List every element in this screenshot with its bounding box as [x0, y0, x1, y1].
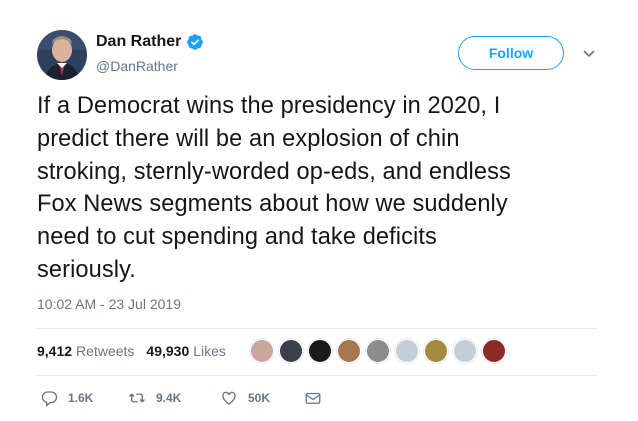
- direct-message-button[interactable]: [304, 389, 322, 407]
- avatar[interactable]: [37, 30, 87, 80]
- liker-avatar-5[interactable]: [366, 339, 390, 363]
- liker-avatars: [250, 339, 511, 363]
- retweets-label: Retweets: [76, 343, 135, 359]
- likes-count: 49,930: [146, 343, 190, 359]
- liker-avatar-9[interactable]: [482, 339, 506, 363]
- liker-avatar-8[interactable]: [453, 339, 477, 363]
- divider: [37, 328, 598, 329]
- liker-avatar-2[interactable]: [279, 339, 303, 363]
- reply-count: 1.6K: [68, 391, 94, 405]
- liker-avatar-6[interactable]: [395, 339, 419, 363]
- tweet-card: Dan Rather @DanRather Follow If a Democr…: [0, 0, 638, 421]
- verified-badge-icon: [186, 33, 204, 51]
- liker-avatar-4[interactable]: [337, 339, 361, 363]
- retweet-icon: [129, 393, 145, 403]
- like-button[interactable]: 50K: [220, 389, 304, 407]
- like-count: 50K: [248, 391, 271, 405]
- retweets-count: 9,412: [37, 343, 73, 359]
- retweets-stat[interactable]: 9,412 Retweets: [37, 343, 134, 359]
- liker-avatar-3[interactable]: [308, 339, 332, 363]
- tweet-text: If a Democrat wins the presidency in 202…: [37, 93, 511, 283]
- display-name[interactable]: Dan Rather: [96, 33, 181, 51]
- retweet-count: 9.4K: [156, 391, 182, 405]
- author-handle[interactable]: @DanRather: [96, 58, 178, 74]
- heart-icon: [222, 391, 236, 405]
- tweet-actions: 1.6K 9.4K 50K: [40, 389, 322, 407]
- tweet-timestamp[interactable]: 10:02 AM - 23 Jul 2019: [37, 296, 181, 312]
- chevron-down-icon[interactable]: [582, 46, 596, 60]
- follow-button[interactable]: Follow: [458, 36, 564, 70]
- retweet-button[interactable]: 9.4K: [128, 389, 220, 407]
- likes-label: Likes: [193, 343, 226, 359]
- tweet-stats: 9,412 Retweets 49,930 Likes: [37, 343, 238, 359]
- reply-icon: [41, 391, 58, 407]
- likes-stat[interactable]: 49,930 Likes: [146, 343, 226, 359]
- liker-avatar-1[interactable]: [250, 339, 274, 363]
- divider: [37, 375, 598, 376]
- envelope-icon: [305, 392, 321, 404]
- reply-button[interactable]: 1.6K: [40, 389, 128, 407]
- liker-avatar-7[interactable]: [424, 339, 448, 363]
- author-name-row: Dan Rather: [96, 33, 204, 51]
